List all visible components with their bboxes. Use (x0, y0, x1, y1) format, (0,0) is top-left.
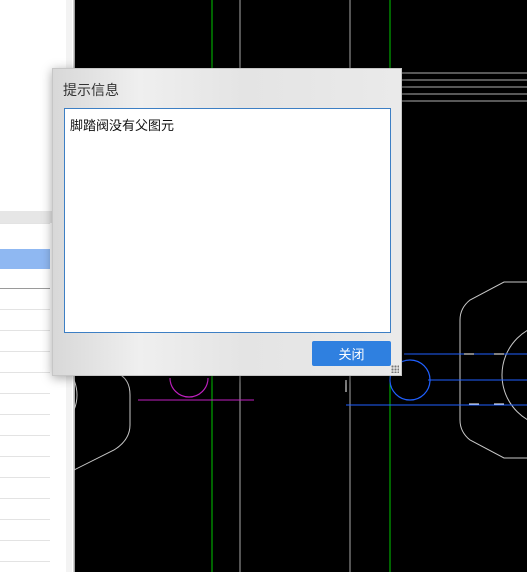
close-button[interactable]: 关闭 (312, 341, 391, 366)
panel-divider (0, 288, 50, 289)
cad-part-outline (74, 359, 131, 471)
message-text-area[interactable]: 脚踏阀没有父图元 (64, 108, 391, 333)
list-row-line (0, 393, 50, 394)
list-row-line (0, 309, 50, 310)
list-row-line (0, 372, 50, 373)
list-row-line (0, 477, 50, 478)
list-row-line (0, 351, 50, 352)
list-row-line (0, 561, 50, 562)
message-text: 脚踏阀没有父图元 (70, 119, 175, 134)
dialog-title: 提示信息 (63, 83, 119, 99)
message-dialog: 提示信息 脚踏阀没有父图元 关闭 (52, 68, 402, 376)
resize-grip-icon[interactable] (391, 365, 399, 373)
list-row-line (0, 540, 50, 541)
selected-list-row[interactable] (0, 249, 50, 269)
list-row-line (0, 456, 50, 457)
panel-divider (0, 223, 50, 224)
cad-part-outline (459, 281, 527, 459)
list-row-line (0, 519, 50, 520)
list-row-line (0, 330, 50, 331)
list-row-line (0, 498, 50, 499)
list-row-line (0, 414, 50, 415)
list-row-line (0, 435, 50, 436)
cad-arc (169, 377, 209, 398)
cad-circle (501, 329, 527, 421)
